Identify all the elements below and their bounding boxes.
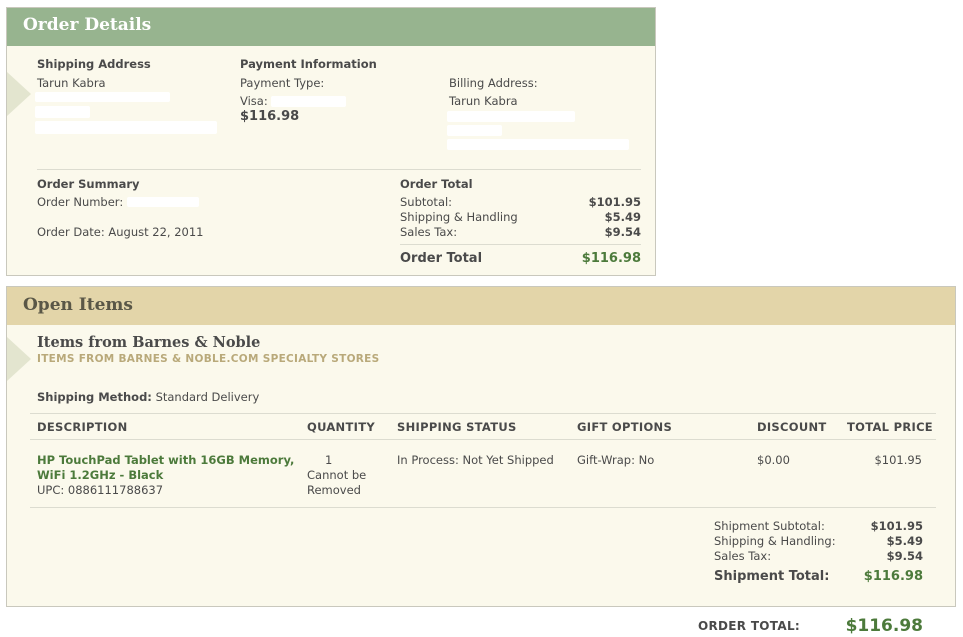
column-header-discount: DISCOUNT [757,420,827,434]
order-details-header: Order Details [7,8,655,46]
order-number-label: Order Number: [37,195,124,209]
redacted-card [271,96,346,107]
item-name-line[interactable]: HP TouchPad Tablet with 16GB Memory, [37,453,294,468]
payment-type-label: Payment Type: [240,76,325,90]
order-date-label: Order Date: [37,225,105,239]
column-header-gift-options: GIFT OPTIONS [577,420,673,434]
divider [30,507,936,508]
shipping-method-row: Shipping Method: Standard Delivery [37,390,259,404]
quantity-note-line: Removed [307,483,361,497]
open-items-title: Open Items [23,295,133,315]
item-name-line[interactable]: WiFi 1.2GHz - Black [37,468,294,483]
shipping-method-value: Standard Delivery [155,390,260,404]
divider [30,439,936,440]
item-quantity: 1 [325,453,333,467]
item-shipping-status: In Process: Not Yet Shipped [397,453,554,467]
shipment-shipping-label: Shipping & Handling: [714,534,836,548]
shipment-tax-value: $9.54 [886,549,923,563]
order-total-value: $116.98 [581,251,641,266]
shipment-total-value: $116.98 [863,569,923,584]
sales-tax-value: $9.54 [604,225,641,239]
item-total-price: $101.95 [874,453,922,467]
shipping-handling-value: $5.49 [604,210,641,224]
shipment-subtotal-value: $101.95 [870,519,923,533]
order-summary-heading: Order Summary [37,177,140,191]
quantity-note: Cannot be Removed [307,468,366,498]
redacted-billing [447,139,629,150]
redacted-billing [447,111,575,122]
order-total-label: Order Total [400,251,483,266]
shipping-address-heading: Shipping Address [37,57,151,71]
redacted-address [35,106,90,118]
store-subtitle: ITEMS FROM BARNES & NOBLE.COM SPECIALTY … [37,353,380,365]
subtotal-label: Subtotal: [400,195,453,209]
column-header-quantity: QUANTITY [307,420,375,434]
order-date-row: Order Date: August 22, 2011 [37,225,203,239]
order-details-panel: Order Details Shipping Address Tarun Kab… [6,7,656,276]
subtotal-value: $101.95 [588,195,641,209]
item-name-link[interactable]: HP TouchPad Tablet with 16GB Memory, WiF… [37,453,294,483]
column-header-shipping-status: SHIPPING STATUS [397,420,517,434]
column-header-total-price: TOTAL PRICE [847,420,933,434]
section-pointer [7,72,31,116]
billing-address-label: Billing Address: [449,76,538,90]
redacted-billing [447,125,502,136]
redacted-order-number [127,197,199,207]
redacted-address [35,92,170,102]
shipping-handling-label: Shipping & Handling [400,210,518,224]
order-details-title: Order Details [23,15,152,35]
store-title: Items from Barnes & Noble [37,334,261,351]
section-pointer [7,337,31,381]
shipment-shipping-value: $5.49 [886,534,923,548]
item-discount: $0.00 [757,453,790,467]
sales-tax-label: Sales Tax: [400,225,458,239]
payment-amount: $116.98 [240,109,300,124]
redacted-address [35,121,217,134]
visa-label: Visa: [240,94,268,108]
item-upc: UPC: 0886111788637 [37,483,164,497]
order-date-value: August 22, 2011 [108,225,204,239]
shipment-subtotal-label: Shipment Subtotal: [714,519,825,533]
billing-name: Tarun Kabra [449,94,518,108]
shipping-name: Tarun Kabra [37,76,106,90]
grand-total-label: ORDER TOTAL: [698,619,800,633]
open-items-header: Open Items [7,287,955,325]
shipment-tax-label: Sales Tax: [714,549,772,563]
shipping-method-label: Shipping Method: [37,390,152,404]
divider [30,413,936,414]
divider [37,169,641,170]
grand-total-value: $116.98 [845,616,923,636]
order-total-heading: Order Total [400,177,473,191]
shipment-total-label: Shipment Total: [714,569,830,584]
divider [400,244,641,245]
payment-heading: Payment Information [240,57,377,71]
quantity-note-line: Cannot be [307,468,367,482]
column-header-description: DESCRIPTION [37,420,128,434]
item-gift-options: Gift-Wrap: No [577,453,655,467]
